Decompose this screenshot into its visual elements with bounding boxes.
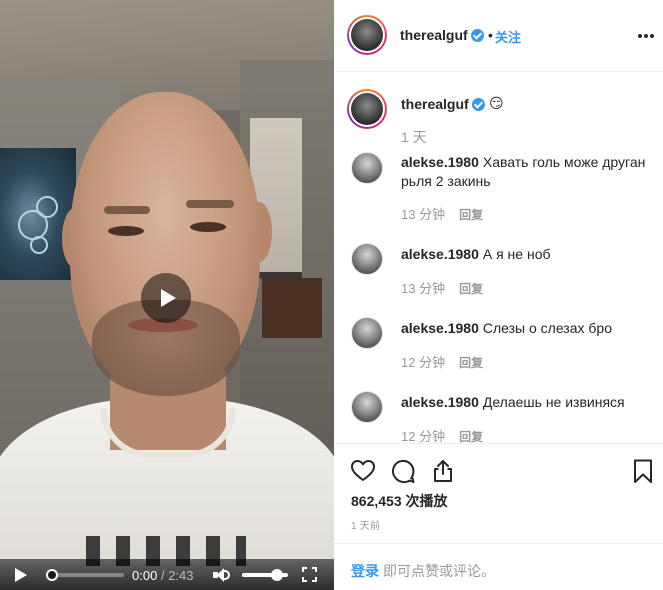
reply-button[interactable]: 回复 [459, 282, 483, 296]
caption-username[interactable]: therealguf [401, 96, 469, 112]
play-icon[interactable] [12, 567, 28, 583]
reply-button[interactable]: 回复 [459, 208, 483, 222]
bookmark-icon[interactable] [630, 458, 656, 484]
comment-username[interactable]: alekse.1980 [401, 246, 479, 262]
comment-body: alekse.1980 Слезы о слезах бро [401, 319, 651, 338]
post-panel: therealguf • 关注 therealguf 😏 1 天 alekse.… [334, 0, 663, 590]
eyebrow-left [104, 206, 150, 214]
separator-dot: • [488, 27, 493, 43]
time-separator: / [160, 568, 165, 583]
reply-button[interactable]: 回复 [459, 430, 483, 443]
comment-meta: 13 分钟 回复 [401, 204, 483, 223]
comment-avatar[interactable] [351, 317, 383, 349]
eye-left [108, 226, 144, 236]
login-prompt-text: 即可点赞或评论。 [383, 563, 495, 579]
comment-time: 13 分钟 [401, 207, 446, 222]
comment-meta: 12 分钟 回复 [401, 426, 483, 443]
heart-icon[interactable] [350, 458, 376, 484]
avatar[interactable] [347, 15, 387, 55]
comment-icon[interactable] [390, 458, 416, 484]
video-player[interactable]: 0:00 / 2:43 [0, 0, 334, 590]
comment-body: alekse.1980 А я не ноб [401, 245, 651, 264]
seek-handle[interactable] [46, 569, 58, 581]
login-link[interactable]: 登录 [351, 561, 379, 581]
comment-text: Слезы о слезах бро [482, 320, 612, 336]
current-time: 0:00 [132, 568, 158, 583]
comment-avatar[interactable] [351, 152, 383, 184]
comment-meta: 13 分钟 回复 [401, 278, 483, 297]
volume-slider[interactable] [242, 569, 288, 581]
verified-badge-icon [471, 29, 484, 42]
reply-button[interactable]: 回复 [459, 356, 483, 370]
post-timestamp[interactable]: 1 天前 [351, 517, 380, 532]
login-prompt: 登录 即可点赞或评论。 [334, 543, 663, 590]
comment-text: Делаешь не извиняся [482, 394, 625, 410]
comment-time: 13 分钟 [401, 281, 446, 296]
comment-time: 12 分钟 [401, 429, 446, 443]
total-time: 2:43 [168, 568, 194, 583]
post-actions: 862,453 次播放 1 天前 [334, 443, 663, 543]
seek-bar[interactable] [46, 569, 124, 581]
play-overlay-button[interactable] [141, 273, 191, 323]
follow-button[interactable]: 关注 [495, 27, 521, 46]
comment-avatar[interactable] [351, 391, 383, 423]
eyebrow-right [186, 200, 234, 208]
view-count[interactable]: 862,453 次播放 [351, 491, 448, 511]
volume-icon[interactable] [213, 567, 231, 583]
comment-text: А я не ноб [482, 246, 551, 262]
verified-badge-icon [472, 98, 485, 111]
fullscreen-icon[interactable] [302, 567, 317, 582]
share-icon[interactable] [430, 458, 456, 484]
comment-time: 12 分钟 [401, 355, 446, 370]
comments-list[interactable]: therealguf 😏 1 天 alekse.1980 Хавать голь … [334, 73, 663, 443]
caption-time: 1 天 [401, 129, 427, 145]
comment-body: alekse.1980 Делаешь не извиняся [401, 393, 651, 412]
more-options-icon[interactable] [636, 25, 656, 45]
comment-username[interactable]: alekse.1980 [401, 154, 479, 170]
comment-avatar[interactable] [351, 243, 383, 275]
volume-handle[interactable] [270, 569, 283, 581]
comment-meta: 12 分钟 回复 [401, 352, 483, 371]
caption-emoji: 😏 [489, 95, 504, 111]
header-username[interactable]: therealguf [400, 27, 468, 43]
post-header: therealguf • 关注 [334, 0, 663, 72]
door [262, 278, 322, 338]
painting-ring [36, 196, 58, 218]
video-controls: 0:00 / 2:43 [0, 559, 334, 590]
eye-right [190, 222, 226, 232]
comment-body: alekse.1980 Хавать голь може друган рьля … [401, 153, 651, 191]
time-display: 0:00 / 2:43 [132, 568, 194, 583]
caption-avatar[interactable] [347, 89, 387, 129]
comment-username[interactable]: alekse.1980 [401, 394, 479, 410]
comment-username[interactable]: alekse.1980 [401, 320, 479, 336]
painting-ring [30, 236, 48, 254]
